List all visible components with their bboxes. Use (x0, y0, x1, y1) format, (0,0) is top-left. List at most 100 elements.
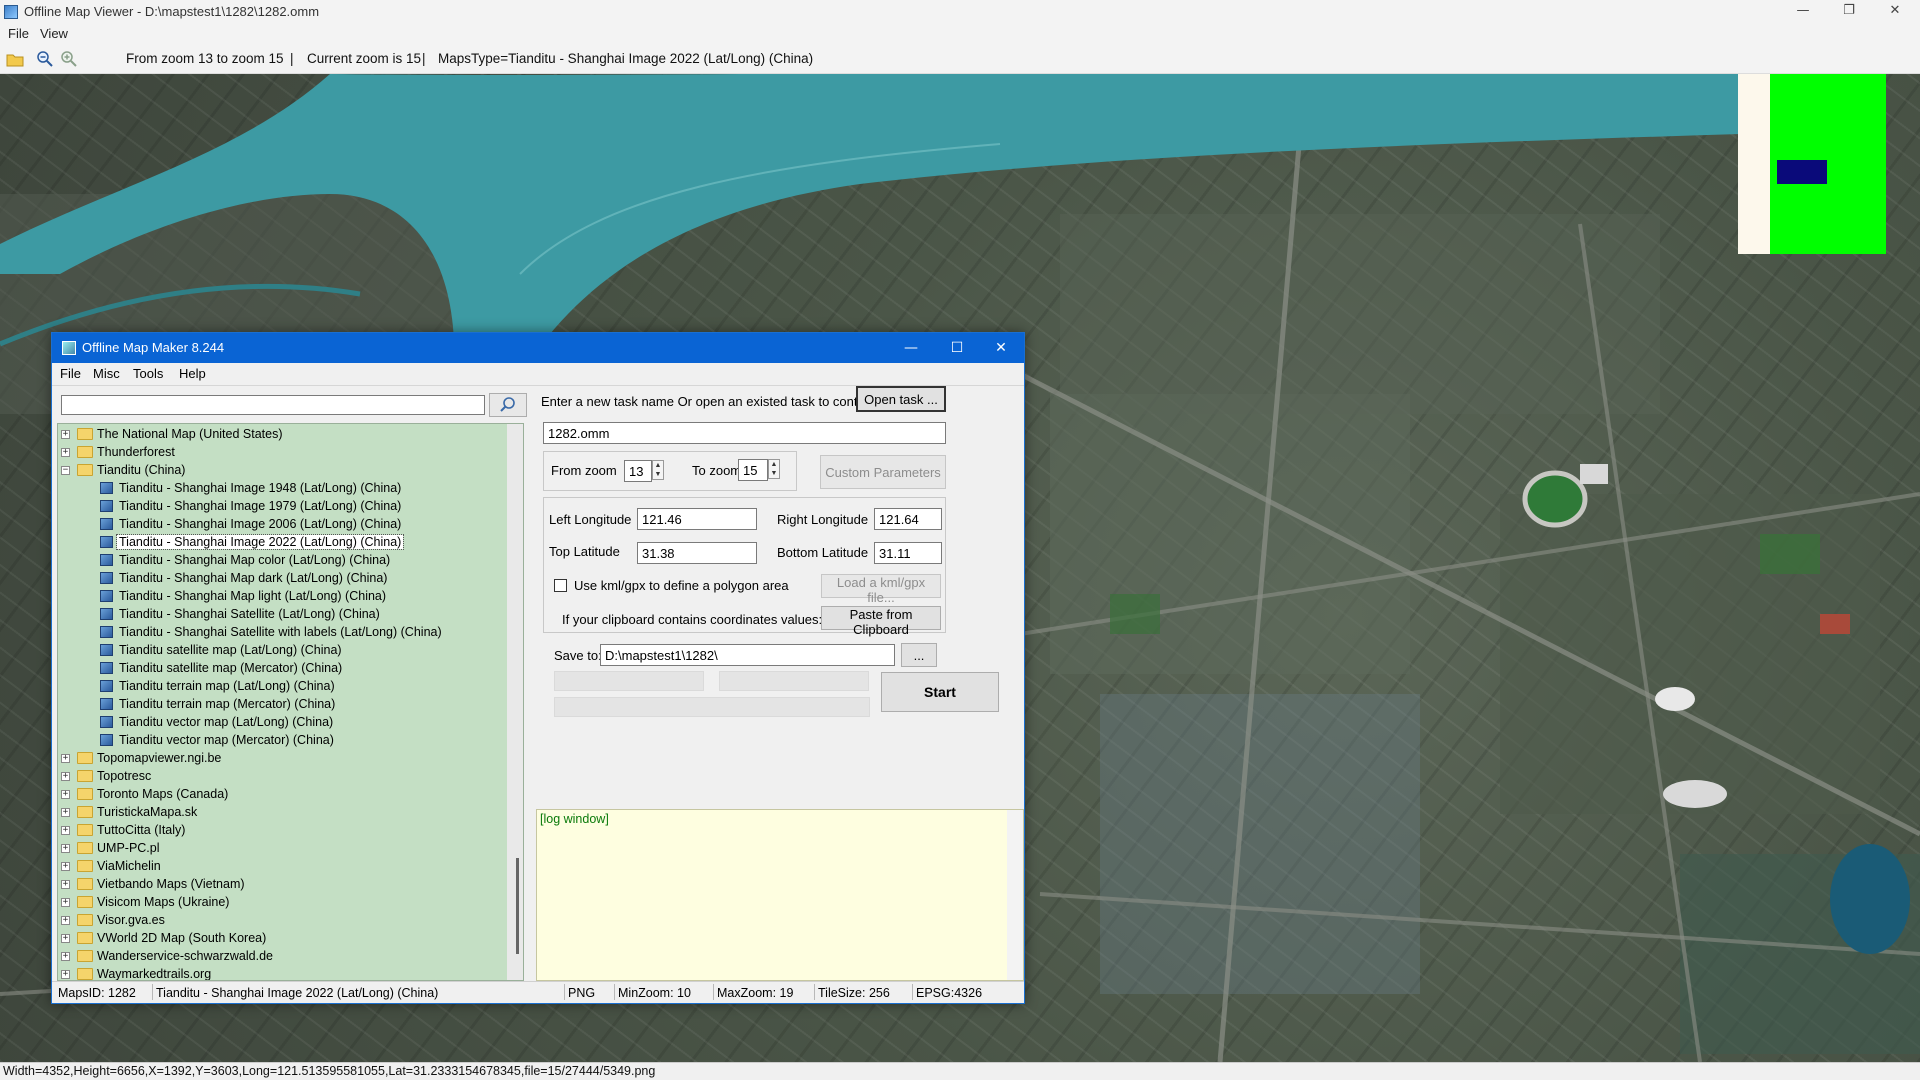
tree-expander-icon[interactable]: + (61, 880, 70, 889)
status-separator (614, 984, 615, 1000)
open-task-button[interactable]: Open task ... (856, 386, 946, 412)
maps-type-text: MapsType=Tianditu - Shanghai Image 2022 … (438, 51, 814, 66)
close-button[interactable]: ✕ (1872, 0, 1918, 24)
tree-expander-icon[interactable]: + (61, 970, 70, 979)
folder-icon (77, 860, 93, 872)
dialog-menu-bar: File Misc Tools Help (52, 363, 1024, 386)
map-tile-icon (100, 482, 113, 494)
to-zoom-input[interactable] (738, 459, 768, 481)
status-epsg: EPSG:4326 (916, 986, 983, 1000)
tree-expander-icon[interactable]: + (61, 952, 70, 961)
load-kml-button[interactable]: Load a kml/gpx file... (821, 574, 941, 605)
dialog-menu-file[interactable]: File (60, 366, 81, 381)
from-zoom-input[interactable] (624, 460, 652, 482)
browse-button[interactable]: ... (901, 643, 937, 667)
map-search-input[interactable] (61, 395, 485, 415)
minimap-viewport-rect[interactable] (1777, 160, 1827, 184)
map-tile-icon (100, 608, 113, 620)
tree-item-label: Topomapviewer.ngi.be (97, 751, 222, 765)
left-longitude-label: Left Longitude (549, 512, 632, 527)
left-longitude-input[interactable] (637, 508, 757, 530)
offline-map-maker-dialog: Offline Map Maker 8.244 — ☐ ✕ File Misc … (51, 332, 1025, 1004)
magnifier-icon (500, 397, 515, 412)
folder-icon (77, 752, 93, 764)
menu-file[interactable]: File (8, 26, 29, 41)
tree-expander-icon[interactable]: + (61, 862, 70, 871)
open-folder-icon[interactable] (6, 50, 24, 68)
folder-icon (77, 770, 93, 782)
dialog-menu-tools[interactable]: Tools (133, 366, 163, 381)
tree-item-label: Waymarkedtrails.org (97, 967, 212, 981)
tree-item-label: ViaMichelin (97, 859, 161, 873)
to-zoom-stepper[interactable]: ▲ ▼ (768, 459, 780, 479)
tree-expander-icon[interactable]: + (61, 772, 70, 781)
tree-expander-icon[interactable]: + (61, 754, 70, 763)
use-kml-checkbox[interactable] (554, 579, 567, 592)
tree-expander-icon[interactable]: − (61, 466, 70, 475)
dialog-menu-help[interactable]: Help (179, 366, 206, 381)
tree-expander-icon[interactable]: + (61, 790, 70, 799)
map-tile-icon (100, 680, 113, 692)
tree-item-label: Toronto Maps (Canada) (97, 787, 229, 801)
dialog-menu-misc[interactable]: Misc (93, 366, 120, 381)
tree-item-label: Vietbando Maps (Vietnam) (97, 877, 245, 891)
current-zoom-text: Current zoom is 15 (307, 51, 422, 66)
task-name-input[interactable] (543, 422, 946, 444)
folder-icon (77, 446, 93, 458)
folder-icon (77, 932, 93, 944)
tree-expander-icon[interactable]: + (61, 898, 70, 907)
minimize-button[interactable]: — (1780, 0, 1826, 24)
map-tile-icon (100, 536, 113, 548)
zoom-in-icon[interactable] (60, 50, 78, 68)
tree-expander-icon[interactable]: + (61, 934, 70, 943)
tree-expander-icon[interactable]: + (61, 808, 70, 817)
tree-item-label: TuttoCitta (Italy) (97, 823, 186, 837)
folder-icon (77, 464, 93, 476)
map-tile-icon (100, 734, 113, 746)
log-scrollbar[interactable] (1007, 810, 1023, 980)
tree-item-label: Tianditu vector map (Lat/Long) (China) (119, 715, 334, 729)
tree-item-label: Tianditu - Shanghai Map dark (Lat/Long) … (119, 571, 388, 585)
folder-icon (77, 896, 93, 908)
dialog-maximize-button[interactable]: ☐ (934, 333, 980, 363)
from-zoom-stepper[interactable]: ▲ ▼ (652, 460, 664, 480)
tree-expander-icon[interactable]: + (61, 916, 70, 925)
start-button[interactable]: Start (881, 672, 999, 712)
folder-icon (77, 806, 93, 818)
save-path-input[interactable] (600, 644, 895, 666)
map-source-tree[interactable]: + The National Map (United States) + Thunde… (57, 423, 524, 981)
tree-scrollbar[interactable] (507, 424, 523, 980)
tree-item-label: The National Map (United States) (97, 427, 283, 441)
folder-icon (77, 842, 93, 854)
tree-item-label: Thunderforest (97, 445, 175, 459)
map-tile-icon (100, 518, 113, 530)
tree-item-label: Tianditu terrain map (Lat/Long) (China) (119, 679, 335, 693)
app-icon (4, 5, 18, 19)
log-text: [log window] (540, 812, 609, 826)
dialog-title-bar[interactable]: Offline Map Maker 8.244 — ☐ ✕ (52, 333, 1024, 363)
status-max-zoom: MaxZoom: 19 (717, 986, 794, 1000)
folder-icon (77, 878, 93, 890)
status-separator (713, 984, 714, 1000)
search-button[interactable] (489, 393, 527, 417)
overview-minimap[interactable] (1738, 74, 1886, 254)
tree-expander-icon[interactable]: + (61, 430, 70, 439)
log-window[interactable]: [log window] (536, 809, 1024, 981)
dialog-minimize-button[interactable]: — (888, 333, 934, 363)
zoom-out-icon[interactable] (36, 50, 54, 68)
custom-parameters-button[interactable]: Custom Parameters (820, 455, 946, 489)
bottom-latitude-input[interactable] (874, 542, 942, 564)
tree-scrollbar-thumb[interactable] (516, 858, 519, 954)
status-separator (912, 984, 913, 1000)
tree-item-label: Tianditu - Shanghai Satellite (Lat/Long)… (119, 607, 380, 621)
tree-expander-icon[interactable]: + (61, 448, 70, 457)
top-latitude-input[interactable] (637, 542, 757, 564)
folder-icon (77, 428, 93, 440)
tree-expander-icon[interactable]: + (61, 826, 70, 835)
right-longitude-input[interactable] (874, 508, 942, 530)
menu-view[interactable]: View (40, 26, 68, 41)
paste-from-clipboard-button[interactable]: Paste from Clipboard (821, 606, 941, 637)
maximize-button[interactable]: ❐ (1826, 0, 1872, 24)
dialog-close-button[interactable]: ✕ (978, 333, 1024, 363)
tree-expander-icon[interactable]: + (61, 844, 70, 853)
